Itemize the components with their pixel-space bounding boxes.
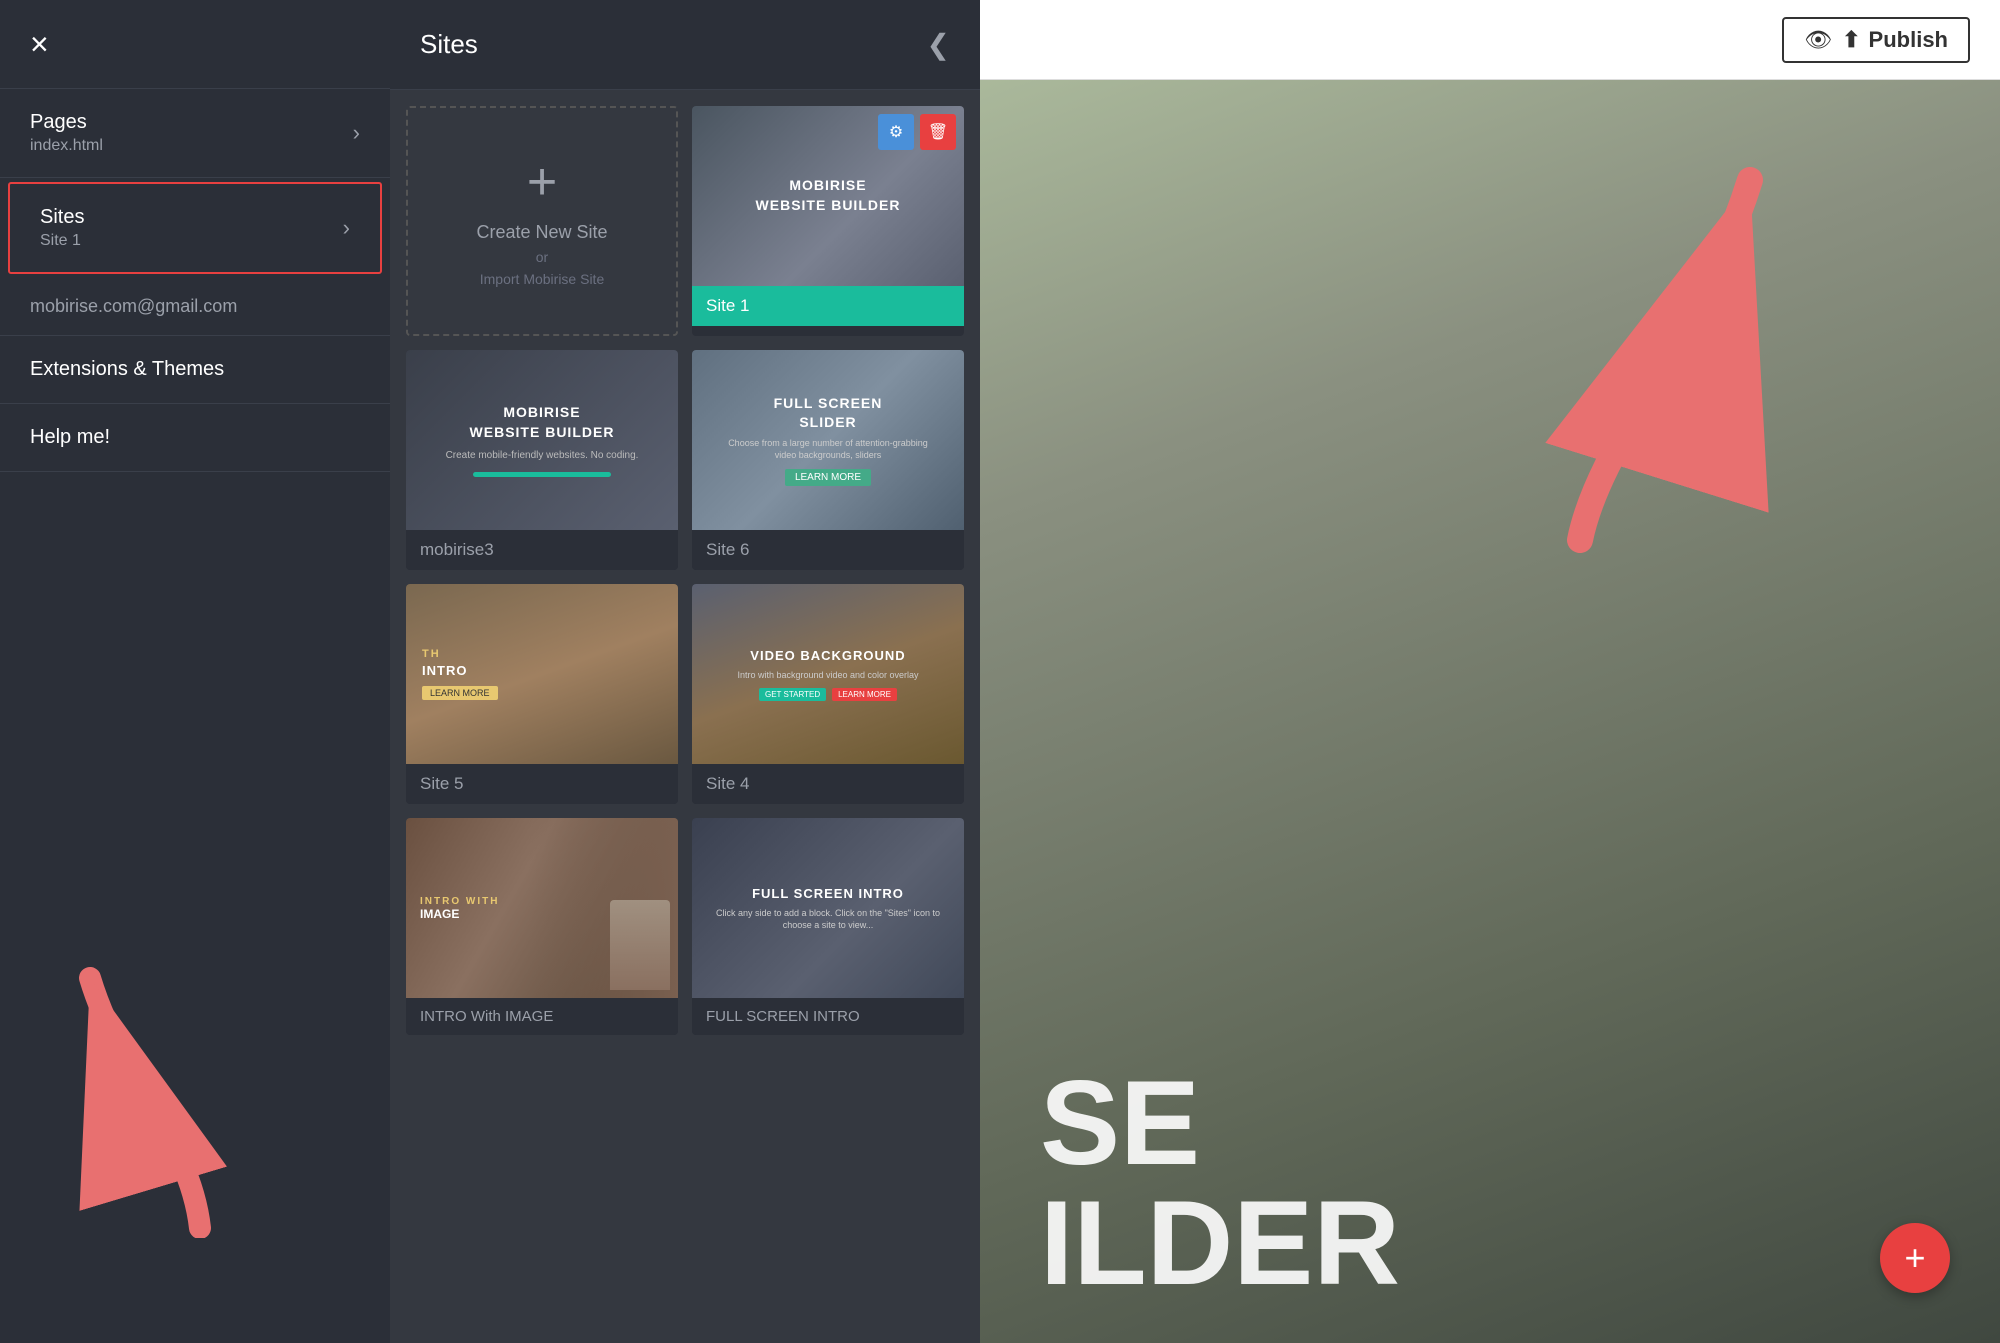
- sites-panel-title: Sites: [420, 29, 478, 60]
- create-new-site-card[interactable]: + Create New Site or Import Mobirise Sit…: [406, 106, 678, 336]
- pages-chevron-icon: ›: [353, 120, 360, 146]
- site5-thumb-title: INTRO: [422, 663, 467, 678]
- site6-thumb-btn: LEARN MORE: [785, 469, 871, 486]
- import-site-label: Import Mobirise Site: [480, 271, 604, 287]
- sites-panel: Sites ❮ + Create New Site or Import Mobi…: [390, 0, 980, 1343]
- fullscreen-intro-thumbnail: FULL SCREEN INTRO Click any side to add …: [692, 818, 964, 998]
- publish-button[interactable]: ⬆ Publish: [1842, 27, 1948, 53]
- intro-image-thumb-tag: INTRO WITH: [420, 896, 499, 907]
- sidebar-item-extensions[interactable]: Extensions & Themes: [0, 336, 390, 404]
- main-content: 👁 ⬆ Publish SE ILDER +: [980, 0, 2000, 1343]
- site5-thumb-tag: TH: [422, 648, 441, 660]
- sites-sub: Site 1: [40, 232, 84, 250]
- site1-delete-button[interactable]: 🗑: [920, 114, 956, 150]
- site4-thumbnail: VIDEO BACKGROUND Intro with background v…: [692, 584, 964, 764]
- mobirise3-thumb-title: MOBIRISEWEBSITE BUILDER: [470, 403, 615, 442]
- fullscreen-intro-thumb-sub: Click any side to add a block. Click on …: [716, 908, 940, 931]
- mobirise3-thumb-sub: Create mobile-friendly websites. No codi…: [446, 449, 639, 462]
- site-card-site5[interactable]: TH INTRO LEARN MORE Site 5: [406, 584, 678, 804]
- fullscreen-intro-footer: FULL SCREEN INTRO: [692, 998, 964, 1035]
- publish-button-container[interactable]: 👁 ⬆ Publish: [1782, 17, 1970, 63]
- sidebar-navigation: Pages index.html › Sites Site 1 › mobiri…: [0, 89, 390, 1343]
- site-card-mobirise3[interactable]: MOBIRISEWEBSITE BUILDER Create mobile-fr…: [406, 350, 678, 570]
- sidebar-close-button[interactable]: ×: [30, 28, 49, 60]
- site4-footer: Site 4: [692, 764, 964, 804]
- mobirise3-thumbnail: MOBIRISEWEBSITE BUILDER Create mobile-fr…: [406, 350, 678, 530]
- site-card-intro-image[interactable]: INTRO WITH IMAGE INTRO With IMAGE: [406, 818, 678, 1035]
- site1-thumb-title: MOBIRISEWEBSITE BUILDER: [756, 176, 901, 215]
- sites-panel-header: Sites ❮: [390, 0, 980, 90]
- sites-label: Sites: [40, 206, 84, 229]
- hero-line2: ILDER: [1040, 1183, 1400, 1303]
- intro-image-footer: INTRO With IMAGE: [406, 998, 678, 1035]
- sidebar-item-sites[interactable]: Sites Site 1 ›: [8, 182, 382, 274]
- main-header: 👁 ⬆ Publish: [980, 0, 2000, 80]
- intro-image-person-area: [528, 818, 678, 998]
- site6-thumbnail: FULL SCREENSLIDER Choose from a large nu…: [692, 350, 964, 530]
- mobirise3-thumb-bar: [473, 472, 612, 477]
- site6-thumb-title: FULL SCREENSLIDER: [774, 394, 883, 433]
- site4-btn1: GET STARTED: [759, 688, 826, 701]
- site5-thumbnail: TH INTRO LEARN MORE: [406, 584, 678, 764]
- sidebar-item-pages[interactable]: Pages index.html ›: [0, 89, 390, 178]
- main-arrow: [1520, 140, 1800, 565]
- create-plus-icon: +: [527, 156, 557, 208]
- sites-grid: + Create New Site or Import Mobirise Sit…: [390, 90, 980, 1343]
- sites-panel-close-button[interactable]: ❮: [927, 28, 950, 61]
- pages-sub: index.html: [30, 137, 103, 155]
- pages-label: Pages: [30, 111, 103, 134]
- site4-btn2: LEARN MORE: [832, 688, 897, 701]
- intro-image-person-silhouette: [610, 900, 670, 990]
- site1-thumbnail: MOBIRISEWEBSITE BUILDER ⚙ 🗑: [692, 106, 964, 286]
- site1-actions: ⚙ 🗑: [878, 114, 956, 150]
- main-hero-text: SE ILDER: [1040, 1063, 1400, 1303]
- intro-image-thumb-title: IMAGE: [420, 907, 499, 921]
- site6-thumb-sub: Choose from a large number of attention-…: [728, 438, 928, 461]
- create-site-or: or: [536, 249, 548, 265]
- site-card-site6[interactable]: FULL SCREENSLIDER Choose from a large nu…: [692, 350, 964, 570]
- site1-settings-button[interactable]: ⚙: [878, 114, 914, 150]
- site5-thumb-btn: LEARN MORE: [422, 686, 498, 700]
- preview-eye-icon: 👁: [1804, 27, 1832, 53]
- site-card-fullscreen-intro[interactable]: FULL SCREEN INTRO Click any side to add …: [692, 818, 964, 1035]
- site-card-site4[interactable]: VIDEO BACKGROUND Intro with background v…: [692, 584, 964, 804]
- site6-footer: Site 6: [692, 530, 964, 570]
- publish-label: Publish: [1869, 27, 1948, 53]
- intro-image-thumbnail: INTRO WITH IMAGE: [406, 818, 678, 998]
- upload-icon: ⬆: [1842, 27, 1860, 53]
- site-card-site1[interactable]: MOBIRISEWEBSITE BUILDER ⚙ 🗑 Site 1: [692, 106, 964, 336]
- mobirise3-footer: mobirise3: [406, 530, 678, 570]
- create-site-label: Create New Site: [476, 222, 607, 243]
- sidebar: × Pages index.html › Sites Site 1 › mobi…: [0, 0, 390, 1343]
- sidebar-header: ×: [0, 0, 390, 89]
- sidebar-item-help[interactable]: Help me!: [0, 404, 390, 472]
- fab-button[interactable]: +: [1880, 1223, 1950, 1293]
- site1-footer: Site 1: [692, 286, 964, 326]
- site4-thumb-title: VIDEO BACKGROUND: [750, 647, 905, 665]
- fullscreen-intro-thumb-title: FULL SCREEN INTRO: [752, 885, 904, 903]
- main-hero-area: SE ILDER: [980, 80, 2000, 1343]
- site4-thumb-sub: Intro with background video and color ov…: [737, 670, 918, 680]
- user-email: mobirise.com@gmail.com: [0, 278, 390, 336]
- site5-footer: Site 5: [406, 764, 678, 804]
- sites-chevron-icon: ›: [343, 215, 350, 241]
- hero-line1: SE: [1040, 1063, 1400, 1183]
